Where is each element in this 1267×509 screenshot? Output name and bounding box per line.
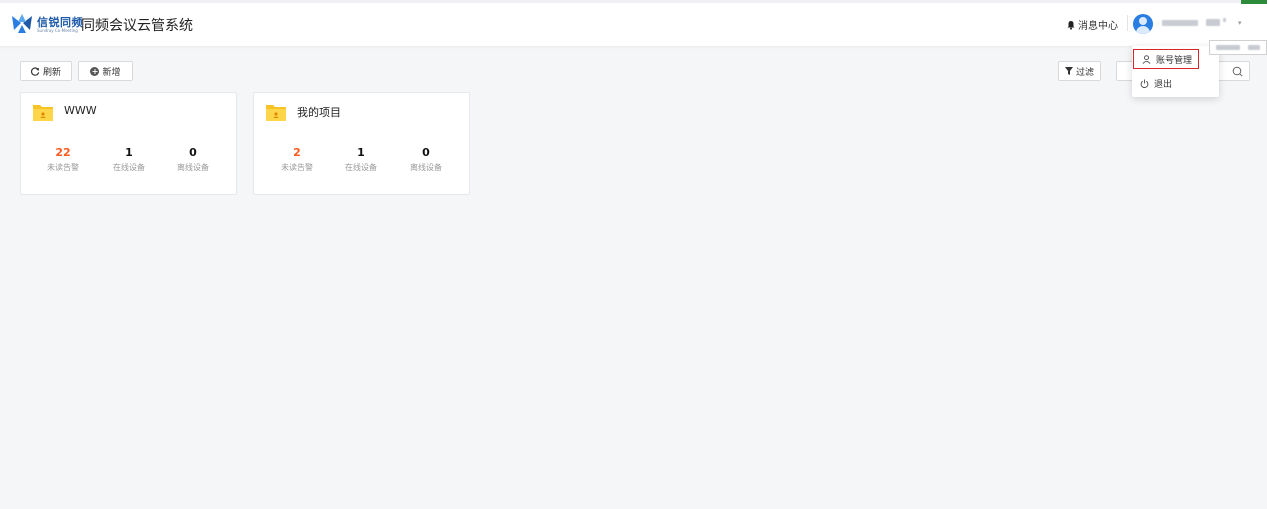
menu-item-logout[interactable]: 退出 bbox=[1132, 73, 1219, 93]
caret-down-icon[interactable]: ▾ bbox=[1238, 19, 1242, 27]
header-divider bbox=[1127, 15, 1128, 31]
username-blurred-2 bbox=[1206, 19, 1220, 26]
add-button[interactable]: + 新增 bbox=[78, 61, 133, 81]
folder-icon bbox=[33, 105, 53, 121]
user-avatar-icon[interactable] bbox=[1133, 14, 1153, 34]
message-center-label: 消息中心 bbox=[1078, 21, 1118, 32]
refresh-icon bbox=[30, 66, 40, 76]
plus-circle-icon: + bbox=[90, 66, 100, 76]
user-icon bbox=[1142, 54, 1151, 64]
stat-value: 1 bbox=[125, 146, 133, 159]
stat-value: 1 bbox=[357, 146, 365, 159]
username-blurred[interactable] bbox=[1162, 20, 1198, 26]
message-center-button[interactable]: 消息中心 bbox=[1066, 17, 1118, 32]
stat-value: 22 bbox=[55, 146, 71, 159]
stat-label: 在线设备 bbox=[113, 163, 145, 172]
stat-value: 2 bbox=[293, 146, 301, 159]
top-header: 信锐同频 Sundray Co-Meeting 同频会议云管系统 消息中心 ▾ bbox=[0, 0, 1267, 46]
filter-button[interactable]: 过滤 bbox=[1058, 61, 1102, 81]
stat-label: 未读告警 bbox=[281, 163, 313, 172]
project-card[interactable]: 我的项目 2 未读告警 1 在线设备 0 离线设备 bbox=[253, 92, 470, 195]
stat-value: 0 bbox=[189, 146, 197, 159]
add-label: 新增 bbox=[102, 67, 121, 78]
stat-label: 在线设备 bbox=[345, 163, 377, 172]
username-tooltip bbox=[1209, 40, 1267, 55]
menu-item-account-management[interactable]: 账号管理 bbox=[1133, 49, 1199, 69]
menu-item-label: 退出 bbox=[1154, 79, 1173, 90]
stat-label: 离线设备 bbox=[177, 163, 209, 172]
stat-value: 0 bbox=[422, 146, 430, 159]
refresh-button[interactable]: 刷新 bbox=[20, 61, 72, 81]
stat-offline-devices: 0 离线设备 bbox=[163, 146, 223, 173]
filter-icon bbox=[1065, 67, 1073, 75]
username-blurred-3 bbox=[1223, 18, 1226, 22]
stat-unread-alarms: 22 未读告警 bbox=[33, 146, 93, 173]
search-icon[interactable] bbox=[1232, 66, 1243, 77]
stat-offline-devices: 0 离线设备 bbox=[396, 146, 456, 173]
logo-icon bbox=[12, 14, 32, 33]
project-name: 我的项目 bbox=[297, 106, 341, 119]
stat-online-devices: 1 在线设备 bbox=[99, 146, 159, 173]
project-name: WWW bbox=[64, 104, 97, 117]
bell-icon bbox=[1067, 20, 1075, 30]
stat-label: 离线设备 bbox=[410, 163, 442, 172]
stat-unread-alarms: 2 未读告警 bbox=[267, 146, 327, 173]
user-dropdown-menu: 账号管理 退出 bbox=[1132, 46, 1219, 97]
app-title: 同频会议云管系统 bbox=[81, 18, 193, 34]
power-icon bbox=[1140, 78, 1149, 88]
top-border bbox=[0, 0, 1267, 3]
project-card[interactable]: WWW 22 未读告警 1 在线设备 0 离线设备 bbox=[20, 92, 237, 195]
stat-online-devices: 1 在线设备 bbox=[331, 146, 391, 173]
logo-subtext: Sundray Co-Meeting bbox=[37, 28, 78, 33]
refresh-label: 刷新 bbox=[42, 67, 61, 78]
menu-item-label: 账号管理 bbox=[1156, 55, 1193, 66]
stat-label: 未读告警 bbox=[47, 163, 79, 172]
window-accent bbox=[1241, 0, 1267, 4]
filter-label: 过滤 bbox=[1076, 67, 1095, 78]
folder-icon bbox=[266, 105, 286, 121]
